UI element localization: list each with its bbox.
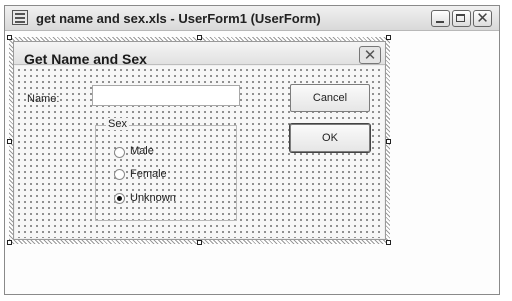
resize-handle-bottom[interactable] [197,240,202,245]
cancel-button[interactable]: Cancel [290,84,370,112]
close-icon[interactable]: ✕ [473,10,492,27]
sex-frame-label: Sex [106,118,129,130]
name-label: Name: [27,93,60,105]
resize-handle-top-left[interactable] [7,35,12,40]
ok-button[interactable]: OK [290,124,370,152]
unknown-option-label[interactable]: Unknown [130,192,176,204]
unknown-option-radio[interactable] [114,193,125,204]
minimize-icon[interactable] [431,10,450,27]
userform-title: Get Name and Sex [24,51,147,67]
userform-close-icon[interactable]: ✕ [359,46,381,64]
resize-handle-left[interactable] [7,139,12,144]
male-option-label[interactable]: Male [130,145,154,157]
window-title: get name and sex.xls - UserForm1 (UserFo… [36,11,321,26]
resize-handle-bottom-right[interactable] [386,240,391,245]
resize-handle-right[interactable] [386,139,391,144]
name-textbox[interactable] [92,85,240,106]
maximize-icon[interactable] [452,10,471,27]
male-option-radio[interactable] [114,147,125,158]
female-option-radio[interactable] [114,169,125,180]
resize-handle-top-right[interactable] [386,35,391,40]
female-option-label[interactable]: Female [130,168,167,180]
resize-handle-top[interactable] [197,35,202,40]
resize-handle-bottom-left[interactable] [7,240,12,245]
userform-window-icon[interactable] [12,10,28,25]
